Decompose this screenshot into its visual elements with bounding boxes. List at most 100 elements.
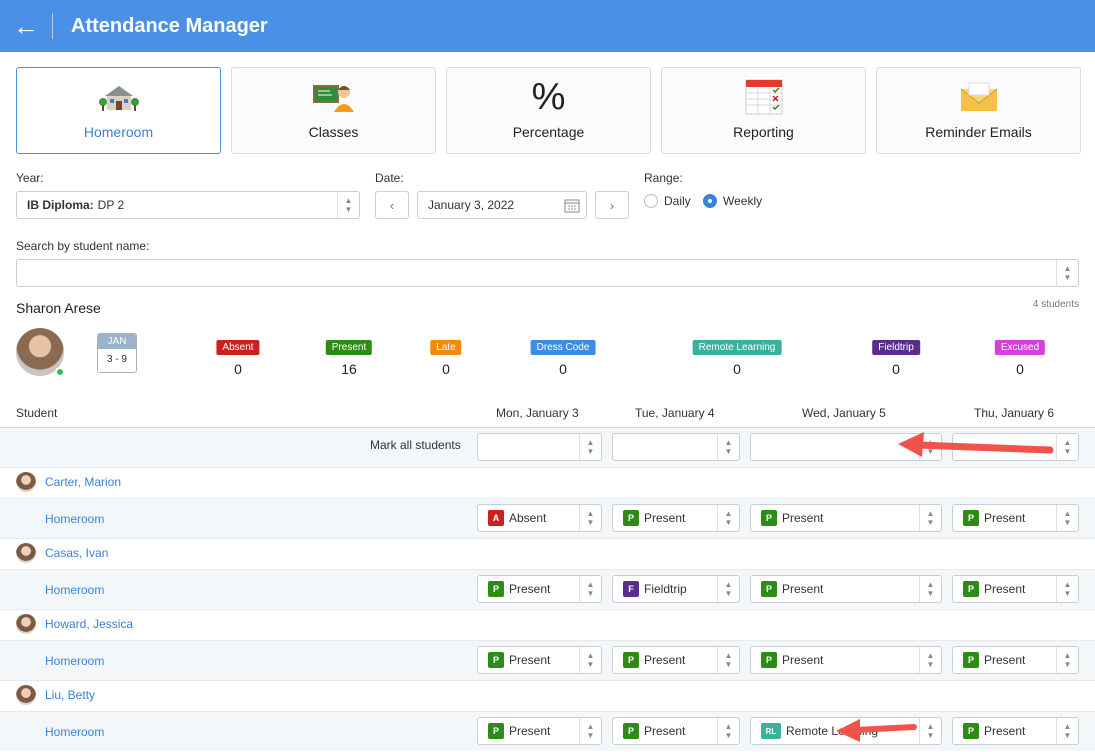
updown-icon: ▲▼ — [579, 576, 601, 602]
stat-value: 0 — [559, 361, 567, 377]
attendance-select[interactable]: P Present ▲ ▼ — [477, 646, 602, 674]
attendance-select[interactable]: P Present ▲ ▼ — [952, 504, 1079, 532]
status-label: Present — [644, 511, 686, 525]
divider — [0, 467, 1095, 468]
attendance-select[interactable]: F Fieldtrip ▲ ▼ — [612, 575, 740, 603]
status-code-badge: P — [488, 652, 504, 668]
attendance-select[interactable]: P Present ▲ ▼ — [612, 646, 740, 674]
status-label: Present — [782, 653, 824, 667]
class-link[interactable]: Homeroom — [45, 512, 104, 526]
date-value: January 3, 2022 — [428, 198, 515, 212]
prev-date-button[interactable]: ‹ — [375, 191, 409, 219]
calendar-icon[interactable] — [564, 197, 580, 216]
student-name-link[interactable]: Casas, Ivan — [45, 546, 108, 560]
status-label: Present — [509, 653, 551, 667]
mark-all-select-mon[interactable]: ▲ ▼ — [477, 433, 602, 461]
back-arrow-icon[interactable]: ← — [0, 0, 52, 52]
status-code-badge: P — [488, 723, 504, 739]
search-label: Search by student name: — [16, 239, 150, 253]
date-label: Date: — [375, 171, 404, 185]
calendar-month: JAN — [98, 334, 136, 349]
chevron-right-icon: › — [609, 197, 615, 213]
search-input[interactable]: ▲ ▼ — [16, 259, 1079, 287]
divider — [0, 680, 1095, 681]
status-label: Present — [984, 653, 1026, 667]
status-label: Present — [509, 724, 551, 738]
status-code-badge: P — [761, 652, 777, 668]
date-input[interactable]: January 3, 2022 — [417, 191, 587, 219]
tile-classes[interactable]: Classes — [231, 67, 436, 154]
updown-icon: ▲▼ — [919, 718, 941, 744]
next-date-button[interactable]: › — [595, 191, 629, 219]
status-label: Present — [984, 511, 1026, 525]
divider — [0, 609, 1095, 610]
stat-present: Present 16 — [325, 338, 373, 377]
status-label: Present — [644, 724, 686, 738]
attendance-select[interactable]: A Absent ▲ ▼ — [477, 504, 602, 532]
status-code-badge: P — [623, 723, 639, 739]
attendance-select[interactable]: P Present ▲ ▼ — [952, 575, 1079, 603]
attendance-select[interactable]: P Present ▲ ▼ — [477, 717, 602, 745]
attendance-select[interactable]: P Present ▲ ▼ — [612, 504, 740, 532]
status-label: Present — [509, 582, 551, 596]
tile-reporting[interactable]: Reporting — [661, 67, 866, 154]
attendance-select[interactable]: P Present ▲ ▼ — [750, 504, 942, 532]
attendance-select[interactable]: P Present ▲ ▼ — [750, 575, 942, 603]
status-code-badge: P — [761, 510, 777, 526]
updown-icon: ▲▼ — [579, 434, 601, 460]
tile-label: Reminder Emails — [925, 124, 1032, 140]
tile-percentage[interactable]: % Percentage — [446, 67, 651, 154]
updown-icon: ▲▼ — [1056, 647, 1078, 673]
mark-all-select-tue[interactable]: ▲ ▼ — [612, 433, 740, 461]
status-label: Present — [644, 653, 686, 667]
status-label: Present — [984, 724, 1026, 738]
updown-icon: ▲▼ — [919, 576, 941, 602]
stat-dress-code: Dress Code 0 — [530, 338, 596, 377]
student-row: Liu, Betty — [16, 685, 95, 705]
avatar — [16, 543, 36, 563]
student-name-link[interactable]: Howard, Jessica — [45, 617, 133, 631]
school-building-icon — [98, 76, 139, 118]
updown-icon: ▲▼ — [717, 647, 739, 673]
class-link[interactable]: Homeroom — [45, 654, 104, 668]
status-label: Fieldtrip — [644, 582, 687, 596]
top-bar: ← Attendance Manager — [0, 0, 1095, 52]
student-name-link[interactable]: Liu, Betty — [45, 688, 95, 702]
stat-fieldtrip: Fieldtrip 0 — [872, 338, 920, 377]
updown-icon: ▲▼ — [1056, 260, 1078, 286]
chevron-left-icon: ‹ — [389, 197, 395, 213]
status-code-badge: P — [623, 652, 639, 668]
stat-value: 0 — [733, 361, 741, 377]
tile-homeroom[interactable]: Homeroom — [16, 67, 221, 154]
updown-icon: ▲▼ — [337, 192, 359, 218]
status-code-badge: P — [488, 581, 504, 597]
percent-icon: % — [531, 75, 566, 118]
divider — [0, 640, 1095, 641]
stat-value: 0 — [442, 361, 450, 377]
class-link[interactable]: Homeroom — [45, 583, 104, 597]
status-label: Present — [782, 582, 824, 596]
class-link[interactable]: Homeroom — [45, 725, 104, 739]
student-count: 4 students — [1032, 299, 1079, 310]
attendance-select[interactable]: P Present ▲ ▼ — [952, 717, 1079, 745]
range-daily-radio[interactable]: Daily — [644, 194, 691, 208]
attendance-select[interactable]: P Present ▲ ▼ — [612, 717, 740, 745]
tile-reminder-emails[interactable]: Reminder Emails — [876, 67, 1081, 154]
envelope-icon — [959, 76, 999, 118]
divider — [52, 13, 53, 39]
year-select[interactable]: IB Diploma: DP 2 ▲ ▼ — [16, 191, 360, 219]
stat-remote-learning: Remote Learning 0 — [692, 338, 782, 377]
updown-icon: ▲▼ — [717, 576, 739, 602]
attendance-select[interactable]: P Present ▲ ▼ — [750, 646, 942, 674]
status-label: Present — [782, 511, 824, 525]
tile-label: Reporting — [733, 124, 794, 140]
range-weekly-radio[interactable]: Weekly — [703, 194, 762, 208]
attendance-select[interactable]: P Present ▲ ▼ — [952, 646, 1079, 674]
student-name-link[interactable]: Carter, Marion — [45, 475, 121, 489]
divider — [0, 569, 1095, 570]
attendance-select[interactable]: P Present ▲ ▼ — [477, 575, 602, 603]
status-code-badge: P — [623, 510, 639, 526]
updown-icon: ▲▼ — [1056, 505, 1078, 531]
year-prefix: IB Diploma: — [27, 198, 94, 212]
column-header-student: Student — [16, 406, 58, 420]
